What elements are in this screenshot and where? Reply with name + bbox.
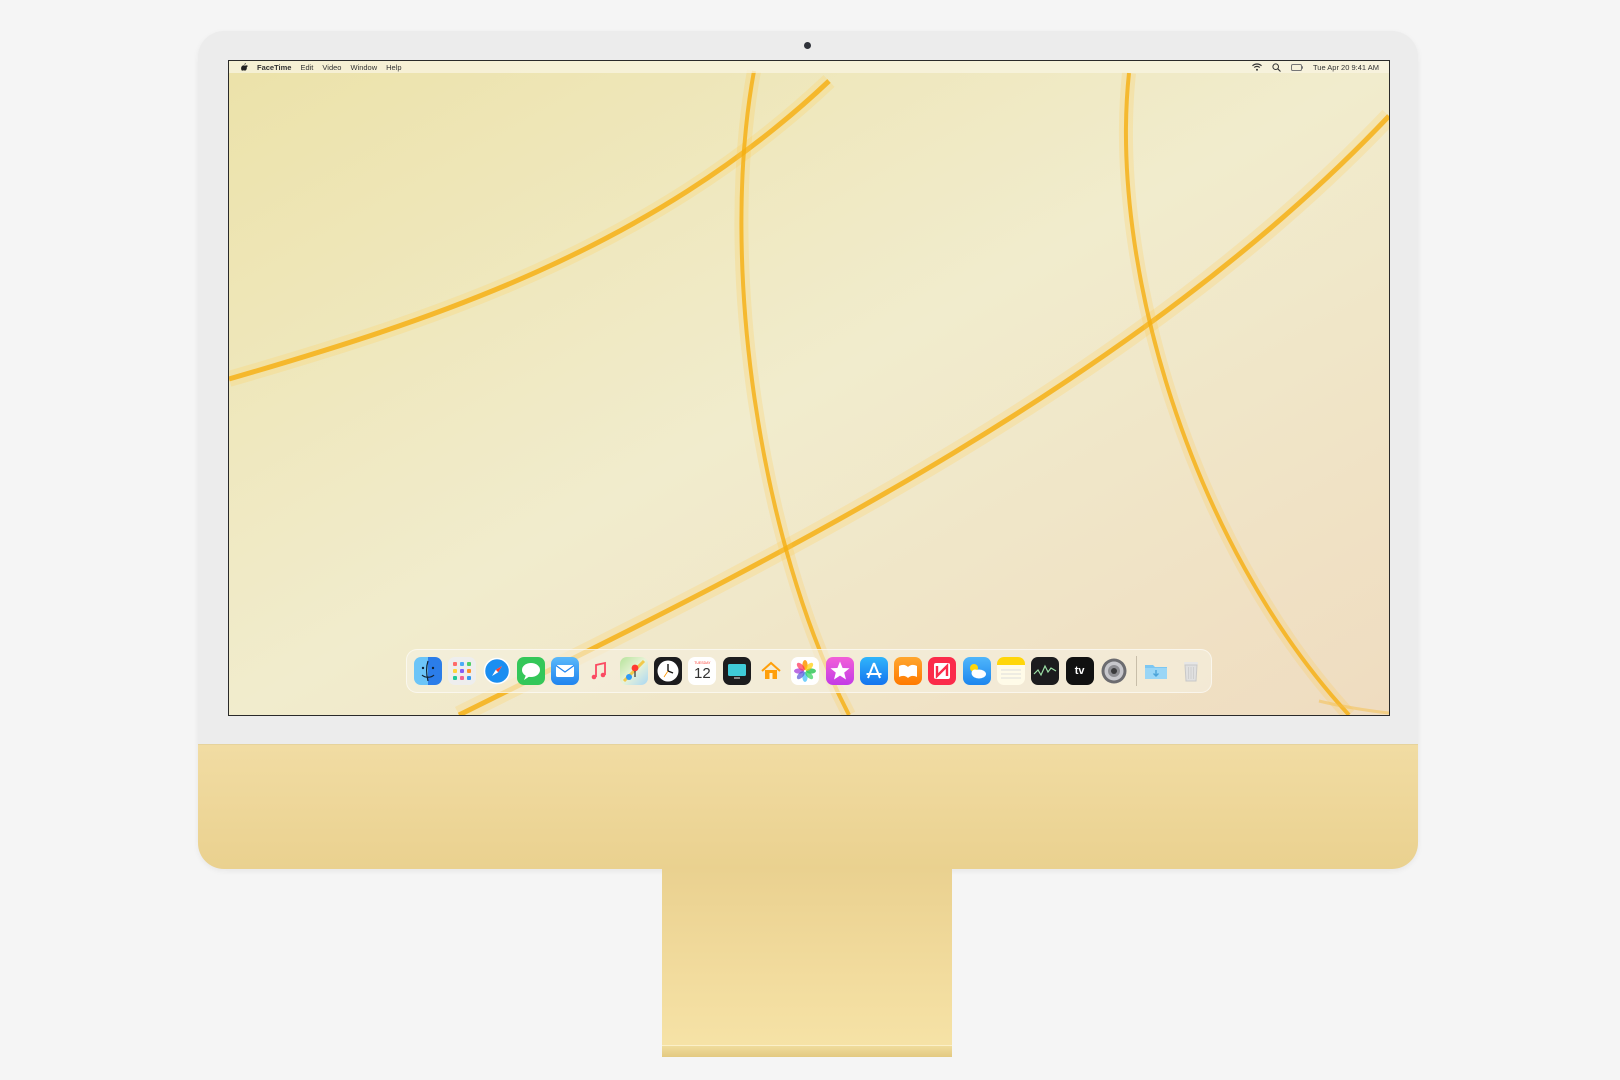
system-preferences-icon[interactable] bbox=[1100, 657, 1128, 685]
wifi-icon[interactable] bbox=[1252, 63, 1262, 71]
apple-tv-label: tv bbox=[1074, 665, 1085, 677]
menu-video[interactable]: Video bbox=[322, 63, 341, 72]
calendar-icon[interactable]: TUESDAY 12 bbox=[688, 657, 717, 685]
wallpaper bbox=[229, 61, 1389, 715]
notes-icon[interactable] bbox=[997, 657, 1026, 685]
spotlight-search-icon[interactable] bbox=[1272, 62, 1281, 72]
downloads-folder-icon[interactable] bbox=[1142, 657, 1170, 685]
stocks-icon[interactable] bbox=[1031, 657, 1060, 685]
maps-icon[interactable] bbox=[619, 657, 648, 685]
launchpad-icon[interactable] bbox=[448, 657, 477, 685]
menu-bar: FaceTime Edit Video Window Help Tue Apr … bbox=[229, 61, 1389, 73]
imac-stand-foot bbox=[662, 1045, 952, 1057]
screen: FaceTime Edit Video Window Help Tue Apr … bbox=[228, 60, 1390, 716]
camera-icon bbox=[804, 42, 811, 49]
trash-icon[interactable] bbox=[1177, 657, 1205, 685]
weather-icon[interactable] bbox=[962, 657, 991, 685]
finder-icon[interactable] bbox=[414, 657, 442, 685]
menu-app-name[interactable]: FaceTime bbox=[257, 63, 291, 72]
books-icon[interactable] bbox=[894, 657, 923, 685]
menu-window[interactable]: Window bbox=[350, 63, 377, 72]
calendar-day-label: 12 bbox=[694, 665, 711, 682]
menu-clock[interactable]: Tue Apr 20 9:41 AM bbox=[1313, 63, 1379, 72]
messages-icon[interactable] bbox=[516, 657, 545, 685]
itunes-store-icon[interactable] bbox=[825, 657, 854, 685]
menu-help[interactable]: Help bbox=[386, 63, 401, 72]
safari-icon[interactable] bbox=[483, 657, 511, 685]
menu-edit[interactable]: Edit bbox=[300, 63, 313, 72]
apple-menu-icon[interactable] bbox=[241, 63, 248, 71]
mail-icon[interactable] bbox=[551, 657, 580, 685]
app-store-icon[interactable] bbox=[859, 657, 888, 685]
home-icon[interactable] bbox=[757, 657, 785, 685]
apple-tv-icon[interactable]: tv bbox=[1065, 657, 1094, 685]
tv-icon[interactable] bbox=[722, 657, 751, 685]
photos-icon[interactable] bbox=[791, 657, 820, 685]
dock: TUESDAY 12 tv bbox=[406, 649, 1212, 693]
imac-stand bbox=[662, 869, 952, 1053]
news-icon[interactable] bbox=[928, 657, 957, 685]
imac-chin bbox=[198, 744, 1418, 869]
clock-icon[interactable] bbox=[654, 657, 683, 685]
music-icon[interactable] bbox=[585, 657, 613, 685]
battery-icon[interactable] bbox=[1290, 63, 1303, 71]
